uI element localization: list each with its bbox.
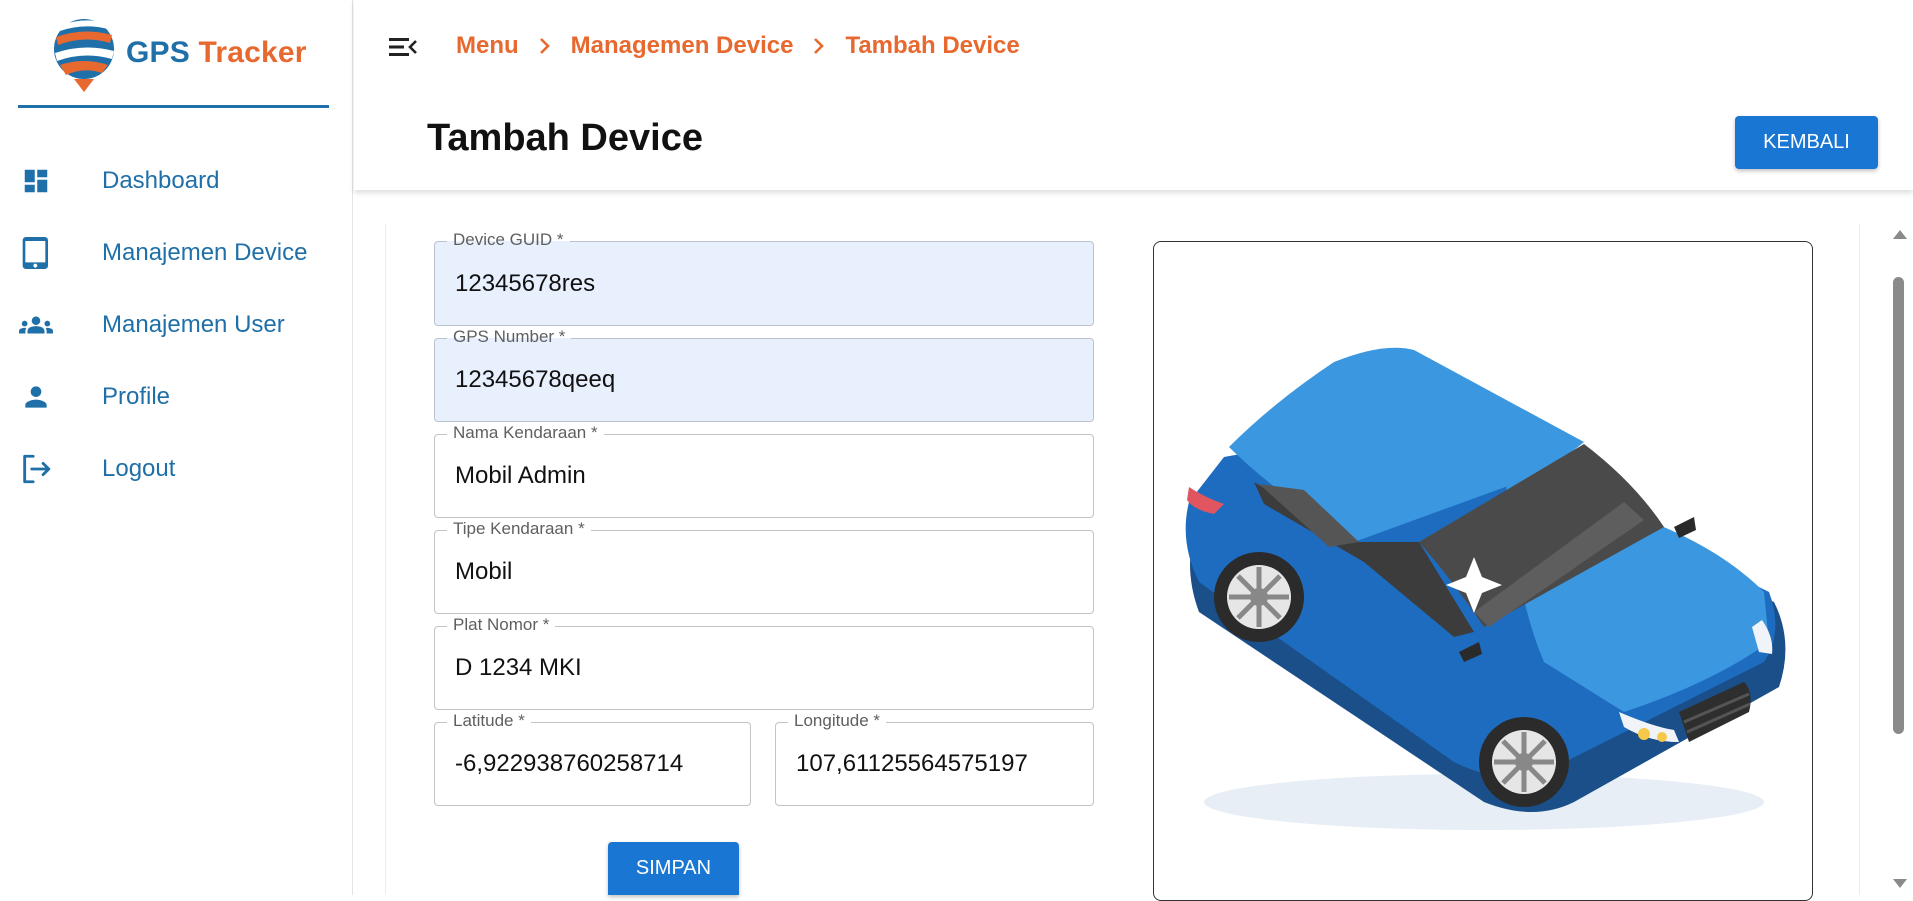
brand-logo[interactable]: GPS Tracker	[52, 12, 352, 94]
device-guid-field[interactable]: Device GUID *	[434, 229, 1094, 326]
brand-name: GPS Tracker	[126, 36, 307, 70]
chevron-right-icon	[539, 37, 551, 55]
sidebar-divider	[18, 105, 329, 108]
vehicle-preview	[1153, 241, 1813, 901]
sidebar-item-logout[interactable]: Logout	[0, 433, 352, 505]
sidebar-item-label: Dashboard	[102, 167, 220, 194]
car-illustration-icon	[1185, 347, 1786, 830]
device-guid-input[interactable]	[455, 242, 1073, 325]
dashboard-icon	[18, 163, 54, 199]
vehicle-type-field[interactable]: Tipe Kendaraan *	[434, 518, 1094, 614]
content-scrollbar[interactable]	[1888, 224, 1910, 895]
breadcrumb-item-tambah-device: Tambah Device	[845, 32, 1020, 59]
longitude-input[interactable]	[796, 723, 1073, 805]
chevron-right-icon	[813, 37, 825, 55]
globe-logo-icon	[54, 19, 114, 92]
vehicle-name-field[interactable]: Nama Kendaraan *	[434, 422, 1094, 518]
page-header: Menu Managemen Device Tambah Device Tamb…	[354, 0, 1913, 190]
tablet-icon	[18, 235, 54, 271]
plate-number-field[interactable]: Plat Nomor *	[434, 614, 1094, 710]
brand-name-gps: GPS	[126, 36, 190, 69]
sidebar-nav: Dashboard Manajemen Device Manajemen Use…	[0, 145, 352, 505]
vehicle-name-input[interactable]	[455, 435, 1073, 517]
person-icon	[18, 379, 54, 415]
save-button[interactable]: SIMPAN	[608, 842, 739, 895]
menu-collapse-icon	[389, 38, 417, 56]
longitude-field[interactable]: Longitude *	[775, 710, 1094, 806]
page-title: Tambah Device	[427, 117, 703, 159]
scroll-thumb[interactable]	[1893, 277, 1904, 734]
sidebar-item-label: Manajemen User	[102, 311, 285, 338]
group-icon	[18, 307, 54, 343]
gps-number-field[interactable]: GPS Number *	[434, 326, 1094, 422]
sidebar-item-dashboard[interactable]: Dashboard	[0, 145, 352, 217]
sidebar-item-manajemen-device[interactable]: Manajemen Device	[0, 217, 352, 289]
latitude-input[interactable]	[455, 723, 730, 805]
gps-number-input[interactable]	[455, 339, 1073, 421]
breadcrumb-item-menu[interactable]: Menu	[456, 32, 519, 60]
brand-name-tracker: Tracker	[198, 36, 307, 69]
sidebar-item-label: Manajemen Device	[102, 239, 308, 266]
menu-toggle-button[interactable]	[386, 30, 420, 64]
logout-icon	[18, 451, 54, 487]
sidebar-item-label: Logout	[102, 455, 176, 482]
sidebar-item-profile[interactable]: Profile	[0, 361, 352, 433]
breadcrumb: Menu Managemen Device Tambah Device	[456, 28, 1020, 64]
vehicle-type-input[interactable]	[455, 531, 1073, 613]
sidebar: GPS Tracker Dashboard Manajemen Device M…	[0, 0, 353, 895]
back-button[interactable]: KEMBALI	[1735, 116, 1878, 169]
latitude-field[interactable]: Latitude *	[434, 710, 751, 806]
scroll-up-icon[interactable]	[1893, 230, 1907, 239]
breadcrumb-item-managemen-device[interactable]: Managemen Device	[571, 32, 794, 60]
sidebar-item-label: Profile	[102, 383, 171, 410]
plate-number-input[interactable]	[455, 627, 1073, 709]
scroll-down-icon[interactable]	[1893, 879, 1907, 888]
sidebar-item-manajemen-user[interactable]: Manajemen User	[0, 289, 352, 361]
